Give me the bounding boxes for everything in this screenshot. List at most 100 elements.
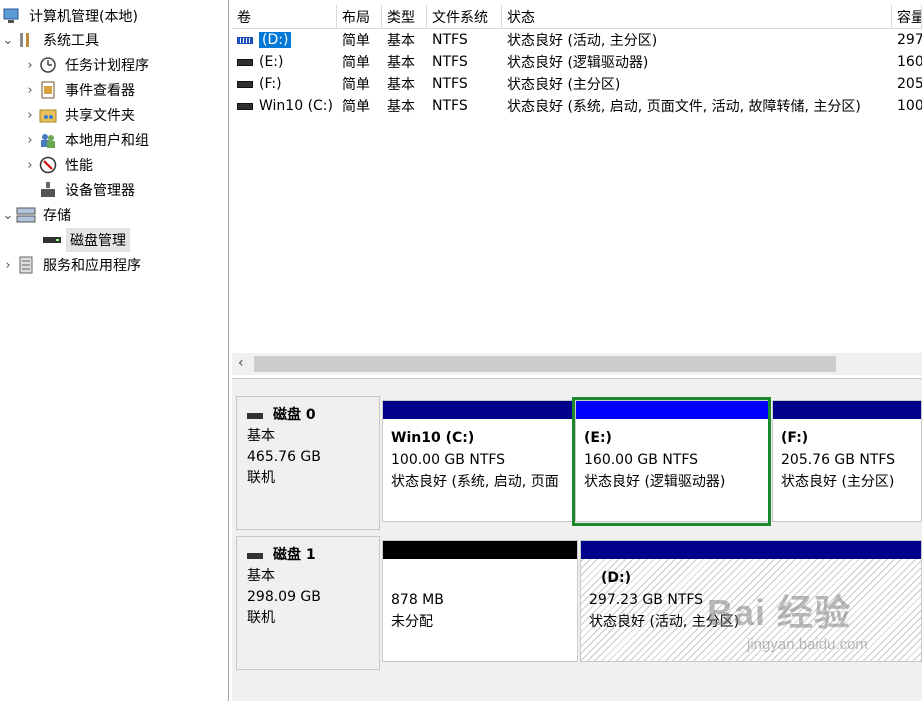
column-header-filesystem[interactable]: 文件系统 bbox=[427, 5, 502, 28]
tree-item-label: 服务和应用程序 bbox=[43, 258, 141, 274]
tree-item-computer-management[interactable]: 计算机管理(本地) bbox=[2, 4, 141, 28]
scroll-left-icon[interactable]: ‹ bbox=[238, 355, 244, 371]
tree-item-device-manager[interactable]: 设备管理器 bbox=[38, 178, 138, 202]
navigation-tree: 计算机管理(本地) ⌄ 系统工具 › 任务计划程序 › 事件查看器 › 共享文件… bbox=[0, 0, 229, 701]
volume-capacity: 100 bbox=[897, 98, 922, 114]
partition-status: 未分配 bbox=[391, 614, 433, 630]
chevron-right-icon[interactable]: › bbox=[22, 153, 38, 177]
chevron-right-icon[interactable]: › bbox=[0, 253, 16, 277]
volume-filesystem: NTFS bbox=[432, 76, 468, 92]
partition-size: 100.00 GB NTFS bbox=[391, 452, 506, 468]
partition-title: (F:) bbox=[781, 430, 809, 446]
volume-capacity: 297 bbox=[897, 32, 922, 48]
partition-title: Win10 (C:) bbox=[391, 430, 475, 446]
tree-item-label: 事件查看器 bbox=[65, 83, 135, 99]
tree-item-local-users[interactable]: › 本地用户和组 bbox=[22, 128, 152, 152]
disk-state: 联机 bbox=[247, 610, 275, 626]
tree-item-system-tools[interactable]: ⌄ 系统工具 bbox=[0, 28, 102, 52]
tree-item-storage[interactable]: ⌄ 存储 bbox=[0, 203, 74, 227]
services-apps-icon bbox=[16, 255, 36, 275]
shared-folders-icon bbox=[38, 105, 58, 125]
task-scheduler-icon bbox=[38, 55, 58, 75]
content-pane: 卷 布局 类型 文件系统 状态 容量 (D:) 简单 基本 NTFS 状态良好 … bbox=[232, 0, 922, 701]
tree-item-label: 磁盘管理 bbox=[66, 228, 130, 252]
event-viewer-icon bbox=[38, 80, 58, 100]
watermark-sub: jingyan.baidu.com bbox=[747, 636, 868, 653]
volume-icon bbox=[237, 58, 253, 66]
tree-item-event-viewer[interactable]: › 事件查看器 bbox=[22, 78, 138, 102]
volume-type: 基本 bbox=[387, 33, 415, 49]
chevron-down-icon[interactable]: ⌄ bbox=[0, 203, 16, 227]
volume-name: (D:) bbox=[259, 32, 292, 48]
partition-c[interactable]: Win10 (C:) 100.00 GB NTFS 状态良好 (系统, 启动, … bbox=[382, 400, 574, 522]
partition-selection-outline bbox=[572, 397, 771, 526]
chevron-right-icon[interactable]: › bbox=[22, 103, 38, 127]
column-header-status[interactable]: 状态 bbox=[502, 5, 892, 28]
disk-map: 磁盘 0 基本 465.76 GB 联机 Win10 (C:) 100.00 G… bbox=[232, 384, 922, 701]
column-header-layout[interactable]: 布局 bbox=[337, 5, 382, 28]
tree-item-label: 性能 bbox=[65, 158, 93, 174]
volume-icon bbox=[237, 36, 253, 44]
device-manager-icon bbox=[38, 180, 58, 200]
volume-icon bbox=[237, 80, 253, 88]
disk-icon bbox=[247, 552, 263, 559]
volume-name: (E:) bbox=[259, 54, 284, 70]
volume-capacity: 205 bbox=[897, 76, 922, 92]
volume-capacity: 160 bbox=[897, 54, 922, 70]
system-tools-icon bbox=[16, 30, 36, 50]
tree-item-services-apps[interactable]: › 服务和应用程序 bbox=[0, 253, 144, 277]
table-row[interactable]: Win10 (C:) 简单 基本 NTFS 状态良好 (系统, 启动, 页面文件… bbox=[232, 95, 922, 117]
tree-item-disk-management[interactable]: 磁盘管理 bbox=[42, 228, 130, 252]
partition-bar bbox=[581, 541, 921, 559]
volume-filesystem: NTFS bbox=[432, 32, 468, 48]
volume-icon bbox=[237, 102, 253, 110]
volume-status: 状态良好 (系统, 启动, 页面文件, 活动, 故障转储, 主分区) bbox=[507, 99, 861, 115]
chevron-right-icon[interactable]: › bbox=[22, 53, 38, 77]
disk-size: 298.09 GB bbox=[247, 589, 321, 605]
local-users-icon bbox=[38, 130, 58, 150]
partition-status: 状态良好 (系统, 启动, 页面 bbox=[391, 474, 559, 490]
column-header-type[interactable]: 类型 bbox=[382, 5, 427, 28]
volume-list: 卷 布局 类型 文件系统 状态 容量 (D:) 简单 基本 NTFS 状态良好 … bbox=[232, 5, 922, 117]
volume-type: 基本 bbox=[387, 55, 415, 71]
table-row[interactable]: (F:) 简单 基本 NTFS 状态良好 (主分区) 205 bbox=[232, 73, 922, 95]
volume-status: 状态良好 (逻辑驱动器) bbox=[507, 55, 649, 71]
volume-filesystem: NTFS bbox=[432, 98, 468, 114]
volume-layout: 简单 bbox=[342, 55, 370, 71]
partition-f[interactable]: (F:) 205.76 GB NTFS 状态良好 (主分区) bbox=[772, 400, 922, 522]
column-header-capacity[interactable]: 容量 bbox=[892, 5, 922, 28]
table-row[interactable]: (D:) 简单 基本 NTFS 状态良好 (活动, 主分区) 297 bbox=[232, 29, 922, 51]
tree-item-label: 任务计划程序 bbox=[65, 58, 149, 74]
volume-status: 状态良好 (主分区) bbox=[507, 77, 621, 93]
disk-name: 磁盘 0 bbox=[273, 407, 316, 423]
tree-item-performance[interactable]: › 性能 bbox=[22, 153, 96, 177]
tree-item-label: 系统工具 bbox=[43, 33, 99, 49]
chevron-down-icon[interactable]: ⌄ bbox=[0, 28, 16, 52]
column-header-volume[interactable]: 卷 bbox=[232, 5, 337, 28]
disk-icon bbox=[247, 412, 263, 419]
volume-filesystem: NTFS bbox=[432, 54, 468, 70]
volume-list-header: 卷 布局 类型 文件系统 状态 容量 bbox=[232, 5, 922, 29]
chevron-right-icon[interactable]: › bbox=[22, 128, 38, 152]
partition-status: 状态良好 (主分区) bbox=[781, 474, 895, 490]
volume-name: Win10 (C:) bbox=[259, 98, 333, 114]
disk-1-label[interactable]: 磁盘 1 基本 298.09 GB 联机 bbox=[236, 536, 380, 670]
baidu-watermark: Bai 经验 jingyan.baidu.com bbox=[707, 584, 922, 694]
disk-0-label[interactable]: 磁盘 0 基本 465.76 GB 联机 bbox=[236, 396, 380, 530]
performance-icon bbox=[38, 155, 58, 175]
volume-status: 状态良好 (活动, 主分区) bbox=[507, 33, 658, 49]
scrollbar-thumb[interactable] bbox=[254, 356, 836, 372]
computer-management-icon bbox=[2, 6, 22, 26]
chevron-right-icon[interactable]: › bbox=[22, 78, 38, 102]
storage-icon bbox=[16, 205, 36, 225]
tree-item-task-scheduler[interactable]: › 任务计划程序 bbox=[22, 53, 152, 77]
tree-item-shared-folders[interactable]: › 共享文件夹 bbox=[22, 103, 138, 127]
tree-item-label: 本地用户和组 bbox=[65, 133, 149, 149]
volume-type: 基本 bbox=[387, 77, 415, 93]
partition-bar bbox=[773, 401, 921, 419]
partition-size: 205.76 GB NTFS bbox=[781, 452, 896, 468]
table-row[interactable]: (E:) 简单 基本 NTFS 状态良好 (逻辑驱动器) 160 bbox=[232, 51, 922, 73]
disk-management-icon bbox=[42, 230, 62, 250]
horizontal-scrollbar[interactable]: ‹ bbox=[232, 353, 922, 375]
partition-unallocated[interactable]: 878 MB 未分配 bbox=[382, 540, 578, 662]
